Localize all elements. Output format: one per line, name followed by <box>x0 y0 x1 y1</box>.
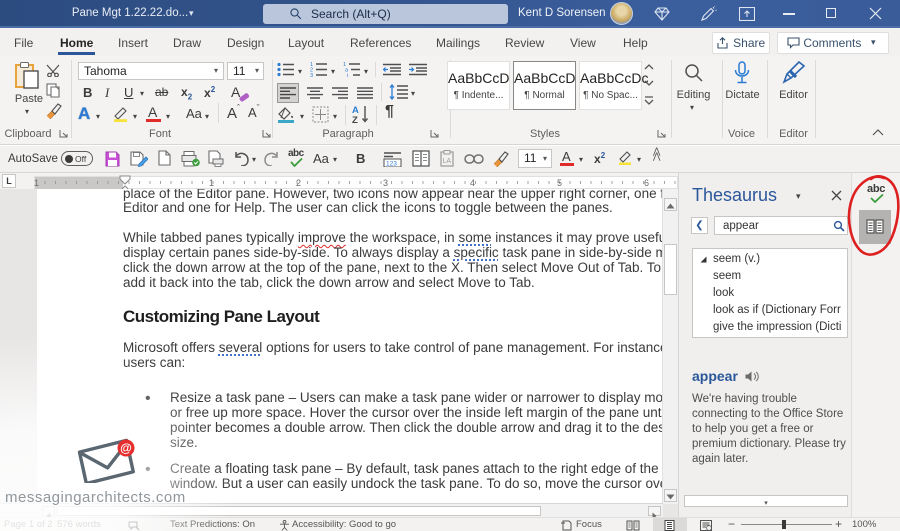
svg-text:LA: LA <box>443 158 452 165</box>
svg-text:i: i <box>347 73 348 77</box>
svg-text:3: 3 <box>310 73 313 77</box>
svg-text:123: 123 <box>386 161 397 168</box>
svg-text:Z: Z <box>352 115 358 124</box>
svg-text:@: @ <box>120 441 132 455</box>
